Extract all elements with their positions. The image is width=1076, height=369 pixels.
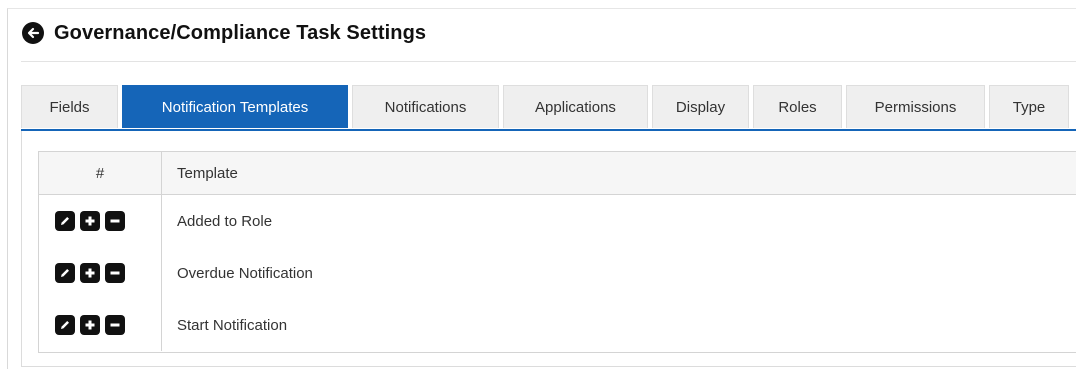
row-actions — [39, 247, 162, 299]
tab-permissions[interactable]: Permissions — [846, 85, 985, 128]
template-name: Overdue Notification — [177, 264, 313, 282]
back-arrow-icon[interactable] — [22, 22, 44, 44]
tab-applications[interactable]: Applications — [503, 85, 648, 128]
table-row: Start Notification — [39, 299, 1076, 351]
tab-type[interactable]: Type — [989, 85, 1069, 128]
edit-icon[interactable] — [55, 315, 75, 335]
tab-roles[interactable]: Roles — [753, 85, 842, 128]
column-header-template: Template — [177, 164, 238, 182]
template-name: Added to Role — [177, 212, 273, 230]
title-divider — [21, 61, 1076, 62]
row-actions — [39, 195, 162, 247]
tab-bar: Fields Notification Templates Notificati… — [21, 85, 1073, 129]
remove-icon[interactable] — [105, 263, 125, 283]
tab-fields[interactable]: Fields — [21, 85, 118, 128]
tab-notifications[interactable]: Notifications — [352, 85, 499, 128]
page-title: Governance/Compliance Task Settings — [54, 21, 427, 44]
column-header-number: # — [39, 152, 162, 194]
page-header: Governance/Compliance Task Settings — [22, 17, 426, 49]
add-icon[interactable] — [80, 263, 100, 283]
table-row: Added to Role — [39, 195, 1076, 247]
table-header: # Template — [39, 152, 1076, 195]
templates-table: # Template Added to Role Overdue Notific… — [38, 151, 1076, 353]
remove-icon[interactable] — [105, 315, 125, 335]
add-icon[interactable] — [80, 315, 100, 335]
edit-icon[interactable] — [55, 263, 75, 283]
edit-icon[interactable] — [55, 211, 75, 231]
table-row: Overdue Notification — [39, 247, 1076, 299]
add-icon[interactable] — [80, 211, 100, 231]
row-actions — [39, 299, 162, 351]
tab-display[interactable]: Display — [652, 85, 749, 128]
remove-icon[interactable] — [105, 211, 125, 231]
tab-notification-templates[interactable]: Notification Templates — [122, 85, 348, 128]
template-name: Start Notification — [177, 316, 288, 334]
